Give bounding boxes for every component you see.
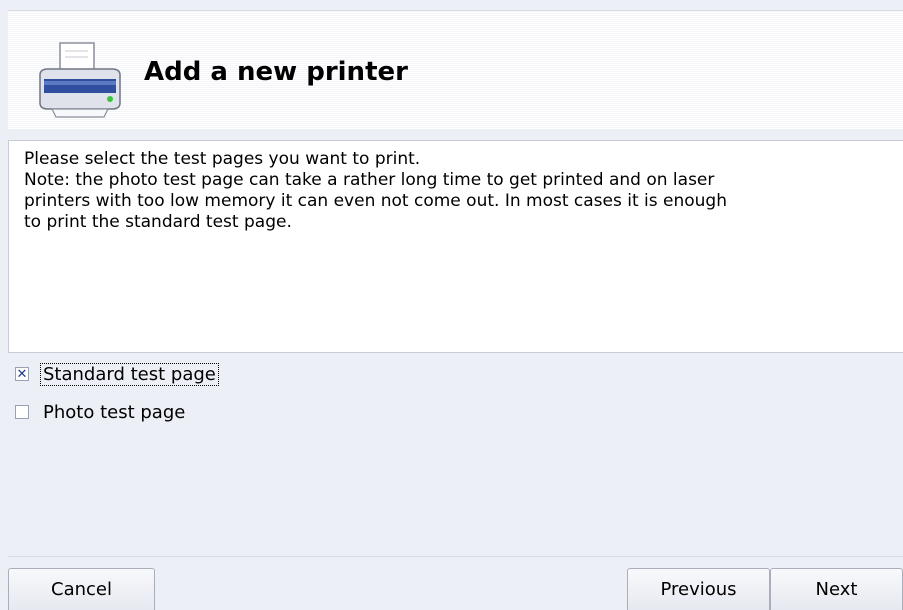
description-line: Please select the test pages you want to…: [24, 149, 421, 169]
standard-test-page-option[interactable]: ✕ Standard test page: [15, 362, 219, 386]
previous-button[interactable]: Previous: [627, 568, 770, 610]
cancel-button[interactable]: Cancel: [8, 568, 155, 610]
description-text: Please select the test pages you want to…: [8, 140, 903, 353]
standard-test-page-label[interactable]: Standard test page: [40, 362, 219, 386]
standard-test-page-checkbox[interactable]: ✕: [15, 367, 29, 381]
description-line: to print the standard test page.: [24, 212, 292, 232]
photo-test-page-label[interactable]: Photo test page: [41, 402, 187, 423]
page-title: Add a new printer: [144, 57, 408, 87]
photo-test-page-option[interactable]: Photo test page: [15, 400, 187, 424]
printer-icon: [39, 42, 121, 118]
photo-test-page-checkbox[interactable]: [15, 405, 29, 419]
next-button[interactable]: Next: [770, 568, 903, 610]
wizard-header: Add a new printer: [8, 10, 903, 129]
description-line: Note: the photo test page can take a rat…: [24, 170, 715, 190]
description-line: printers with too low memory it can even…: [24, 191, 727, 211]
button-bar-divider: [8, 556, 903, 557]
